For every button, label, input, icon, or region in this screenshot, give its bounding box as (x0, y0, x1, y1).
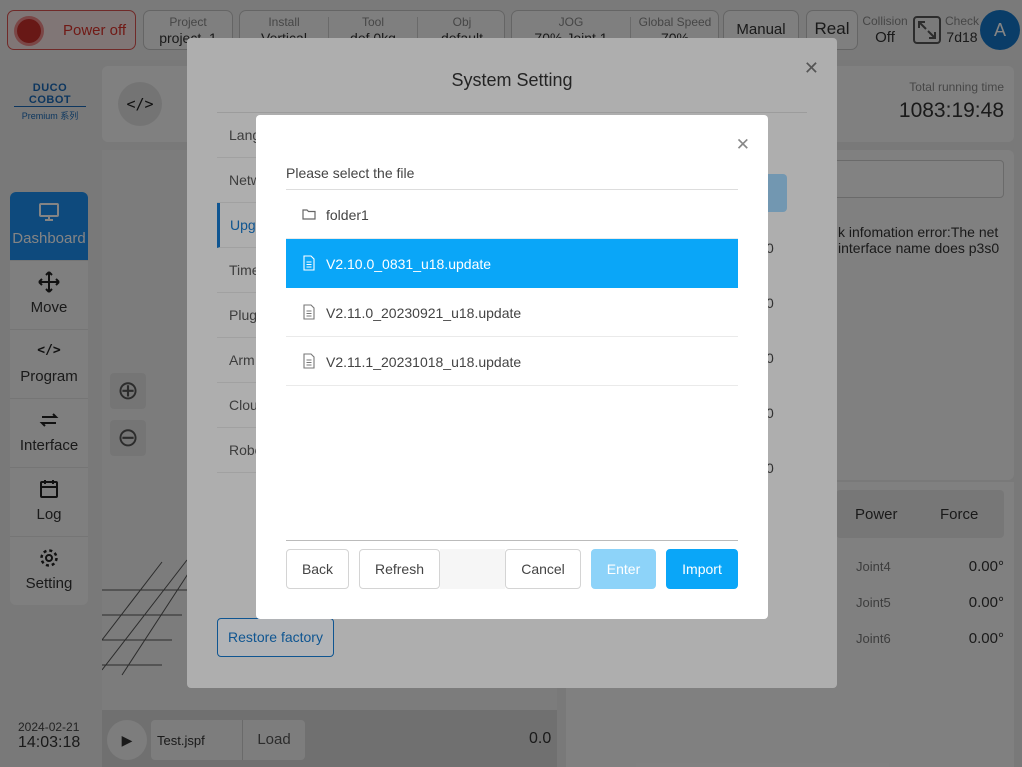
file-name: folder1 (326, 207, 369, 223)
list-item-file[interactable]: V2.11.0_20230921_u18.update (286, 288, 738, 337)
list-item-file[interactable]: V2.10.0_0831_u18.update (286, 239, 738, 288)
file-list: folder1 V2.10.0_0831_u18.update V2.11.0_… (286, 190, 738, 540)
file-icon (303, 304, 315, 320)
import-button[interactable]: Import (666, 549, 738, 589)
list-item-folder[interactable]: folder1 (286, 190, 738, 239)
file-name: V2.11.0_20230921_u18.update (326, 305, 522, 321)
file-icon (303, 353, 315, 369)
file-icon (303, 255, 315, 271)
file-name: V2.11.1_20231018_u18.update (326, 354, 522, 370)
back-button[interactable]: Back (286, 549, 349, 589)
list-item-file[interactable]: V2.11.1_20231018_u18.update (286, 337, 738, 386)
refresh-button[interactable]: Refresh (359, 549, 440, 589)
file-dialog-title: Please select the file (286, 165, 415, 181)
divider (286, 540, 738, 541)
button-gap (440, 549, 505, 589)
enter-button[interactable]: Enter (591, 549, 656, 589)
cancel-button[interactable]: Cancel (505, 549, 581, 589)
file-select-dialog: ✕ Please select the file folder1 V2.10.0… (256, 115, 768, 619)
file-name: V2.10.0_0831_u18.update (326, 256, 492, 272)
folder-icon (302, 209, 316, 220)
close-icon[interactable]: ✕ (736, 135, 750, 155)
